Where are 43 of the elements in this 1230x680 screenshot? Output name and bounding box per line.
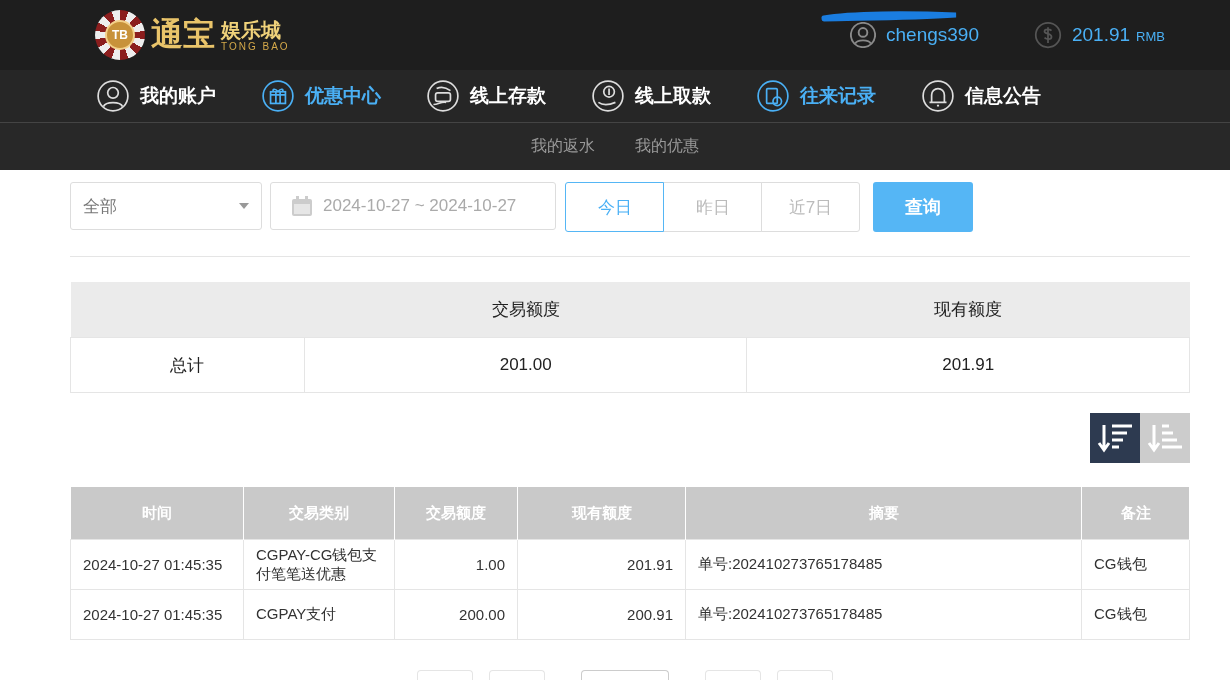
subnav-item[interactable]: 我的优惠 — [635, 136, 699, 157]
balance-amount: 201.91 RMB — [1072, 24, 1165, 46]
user-icon — [850, 22, 876, 48]
calendar-icon — [291, 195, 313, 217]
table-cell: 201.91 — [517, 539, 686, 590]
username[interactable]: chengs390 — [886, 24, 979, 46]
nav-item[interactable]: 线上存款 — [426, 79, 546, 113]
header-cell: 交易额度 — [304, 282, 747, 338]
table-cell: 201.91 — [746, 337, 1190, 393]
nav-item[interactable]: 信息公告 — [921, 79, 1041, 113]
table-cell: CG钱包 — [1081, 589, 1190, 640]
table-cell: 单号:202410273765178485 — [685, 589, 1082, 640]
logo-latin-text: TONG BAO — [221, 40, 290, 52]
table-cell: 200.91 — [517, 589, 686, 640]
table-cell: 1.00 — [394, 539, 518, 590]
subnav-item[interactable]: 我的返水 — [531, 136, 595, 157]
type-select[interactable]: 全部 — [70, 182, 262, 230]
dollar-icon — [1034, 21, 1062, 49]
caret-icon — [239, 203, 249, 209]
table-cell: 2024-10-27 01:45:35 — [70, 589, 244, 640]
nav-item[interactable]: 线上取款 — [591, 79, 711, 113]
table-cell: 单号:202410273765178485 — [685, 539, 1082, 590]
coin-hand-icon — [591, 79, 625, 113]
user-icon — [96, 79, 130, 113]
table-cell: 2024-10-27 01:45:35 — [70, 539, 244, 590]
table-cell: 200.00 — [394, 589, 518, 640]
gift-icon — [261, 79, 295, 113]
nav-item[interactable]: 我的账户 — [96, 79, 216, 113]
table-cell: 201.00 — [304, 337, 747, 393]
logo-title: 通宝 — [151, 14, 215, 55]
nav-item[interactable]: 往来记录 — [756, 79, 876, 113]
document-clock-icon — [756, 79, 790, 113]
table-cell: CG钱包 — [1081, 539, 1190, 590]
logo-subtitle: 娱乐城 — [221, 18, 282, 41]
nav-item[interactable]: 优惠中心 — [261, 79, 381, 113]
table-cell: CGPAY支付 — [243, 589, 395, 640]
logo-badge: TB — [105, 20, 135, 50]
table-cell: CGPAY-CG钱包支付笔笔送优惠 — [243, 539, 395, 590]
deposit-hand-icon — [426, 79, 460, 113]
header-cell: 现有额度 — [746, 282, 1190, 338]
table-cell: 总计 — [70, 337, 305, 393]
bell-icon — [921, 79, 955, 113]
sort-button[interactable] — [1090, 413, 1140, 463]
